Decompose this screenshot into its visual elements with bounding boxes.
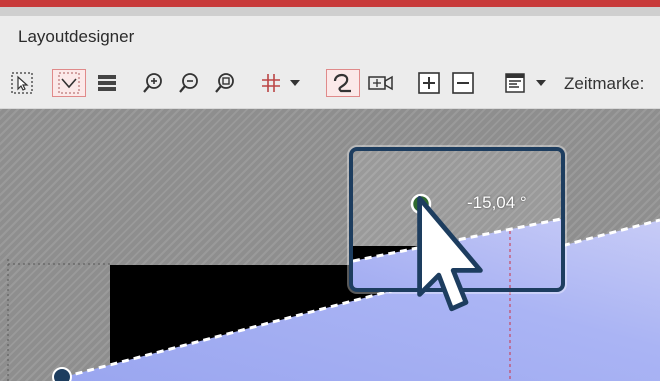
- panel-titlebar: Layoutdesigner: [0, 16, 660, 56]
- chevron-down-icon: [536, 80, 546, 86]
- camera-button[interactable]: [364, 69, 398, 97]
- mouse-pointer-icon: [417, 196, 483, 312]
- layers-icon: [98, 75, 116, 91]
- corner-handle[interactable]: [52, 367, 72, 381]
- grid-dropdown-button[interactable]: [288, 69, 302, 97]
- plus-box-icon: [418, 72, 440, 94]
- minus-box-icon: [452, 72, 474, 94]
- curve-select-icon: [58, 72, 80, 94]
- format-icon: [505, 73, 525, 93]
- chevron-down-icon: [290, 80, 300, 86]
- select-arrow-icon: [11, 72, 33, 94]
- zoom-fit-icon: [215, 73, 234, 93]
- camera-icon: [368, 75, 393, 91]
- layers-button[interactable]: [92, 69, 122, 97]
- zoom-fit-button[interactable]: [210, 69, 240, 97]
- zoom-in-icon: [143, 73, 162, 93]
- panel-title: Layoutdesigner: [18, 27, 135, 46]
- add-button[interactable]: [415, 69, 443, 97]
- accent-strip: [0, 0, 660, 7]
- grid-button[interactable]: [256, 69, 286, 97]
- format-dropdown-button[interactable]: [534, 69, 548, 97]
- select-tool-button[interactable]: [8, 69, 36, 97]
- remove-button[interactable]: [449, 69, 477, 97]
- window-top-border: [0, 0, 660, 16]
- separator-strip: [0, 7, 660, 16]
- toolbar: Zeitmarke:: [0, 56, 660, 109]
- zoom-out-icon: [179, 73, 198, 93]
- grid-icon: [262, 74, 280, 92]
- zoom-in-button[interactable]: [138, 69, 168, 97]
- curve-path-icon: [333, 73, 351, 93]
- curve-path-tool-button[interactable]: [326, 69, 360, 97]
- zeitmarke-label: Zeitmarke:: [564, 74, 645, 93]
- format-button[interactable]: [500, 69, 530, 97]
- curve-select-tool-button[interactable]: [52, 69, 86, 97]
- zoom-out-button[interactable]: [174, 69, 204, 97]
